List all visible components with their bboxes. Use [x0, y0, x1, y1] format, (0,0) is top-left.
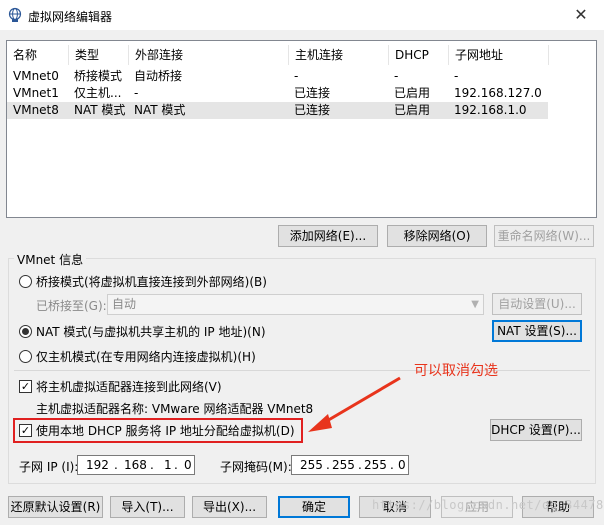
subnet-ip-label: 子网 IP (I):: [19, 460, 79, 474]
subnet-mask-input[interactable]: 255 . 255 . 255 . 0: [291, 455, 409, 475]
bridged-to-label: 已桥接至(G):: [36, 299, 107, 313]
cell-dhcp: 已启用: [394, 86, 431, 100]
import-button[interactable]: 导入(T)...: [110, 496, 185, 518]
cell-dhcp: -: [394, 69, 399, 83]
add-network-button[interactable]: 添加网络(E)...: [278, 225, 378, 247]
cell-dhcp: 已启用: [394, 103, 431, 117]
mask-octet: 255: [364, 458, 387, 472]
host-only-label[interactable]: 仅主机模式(在专用网络内连接虚拟机)(H): [36, 348, 256, 365]
subnet-ip-input[interactable]: 192 . 168 . 1 . 0: [77, 455, 195, 475]
bridged-to-value: 自动: [112, 297, 137, 311]
cell-type: 桥接模式: [74, 69, 123, 83]
mask-octet: 0: [398, 458, 406, 472]
column-header-subnet[interactable]: 子网地址: [449, 45, 549, 65]
close-icon[interactable]: ✕: [566, 4, 596, 26]
bridge-mode-label[interactable]: 桥接模式(将虚拟机直接连接到外部网络)(B): [36, 273, 267, 290]
ip-octet: 168: [124, 458, 147, 472]
rename-network-button[interactable]: 重命名网络(W)...: [494, 225, 594, 247]
window-title: 虚拟网络编辑器: [28, 10, 113, 24]
bridge-mode-radio[interactable]: [19, 275, 32, 288]
auto-settings-button[interactable]: 自动设置(U)...: [492, 293, 582, 315]
remove-network-button[interactable]: 移除网络(O): [387, 225, 487, 247]
connect-adapter-checkbox[interactable]: ✓: [19, 380, 32, 393]
cell-subnet: 192.168.127.0: [454, 86, 542, 100]
globe-network-icon: [7, 7, 23, 23]
cell-type: 仅主机...: [74, 86, 122, 100]
column-header-external[interactable]: 外部连接: [129, 45, 289, 65]
mask-octet: 255: [300, 458, 323, 472]
ip-octet: 192: [86, 458, 109, 472]
host-only-radio[interactable]: [19, 350, 32, 363]
cell-external: NAT 模式: [134, 103, 186, 117]
connect-adapter-label[interactable]: 将主机虚拟适配器连接到此网络(V): [36, 378, 222, 395]
restore-defaults-button[interactable]: 还原默认设置(R): [8, 496, 103, 518]
annotation-arrow: [308, 376, 401, 432]
table-row-selected[interactable]: VMnet8 NAT 模式 NAT 模式 已连接 已启用 192.168.1.0: [7, 102, 548, 119]
cell-external: 自动桥接: [134, 69, 183, 83]
mask-octet: 255: [332, 458, 355, 472]
cell-name: VMnet0: [13, 69, 59, 83]
cell-external: -: [134, 86, 139, 100]
column-header-type[interactable]: 类型: [69, 45, 129, 65]
table-row[interactable]: VMnet0 桥接模式 自动桥接 - - -: [7, 68, 548, 85]
cell-name: VMnet1: [13, 86, 59, 100]
checkmark-icon: ✓: [20, 380, 31, 393]
cell-host: 已连接: [294, 86, 331, 100]
chevron-down-icon: ▼: [471, 299, 479, 310]
subnet-mask-label: 子网掩码(M):: [220, 460, 292, 474]
nat-mode-radio[interactable]: [19, 325, 32, 338]
ip-octet: 0: [184, 458, 192, 472]
dhcp-checkbox[interactable]: ✓: [19, 424, 32, 437]
cell-host: 已连接: [294, 103, 331, 117]
watermark-text: https://blog.csdn.net/qq_34478766: [372, 498, 604, 512]
cell-subnet: -: [454, 69, 459, 83]
cell-host: -: [294, 69, 299, 83]
column-header-dhcp[interactable]: DHCP: [389, 45, 449, 65]
nat-mode-label[interactable]: NAT 模式(与虚拟机共享主机的 IP 地址)(N): [36, 323, 266, 340]
ok-button[interactable]: 确定: [278, 496, 350, 518]
table-row[interactable]: VMnet1 仅主机... - 已连接 已启用 192.168.127.0: [7, 85, 548, 102]
adapter-name-text: 主机虚拟适配器名称: VMware 网络适配器 VMnet8: [36, 402, 314, 416]
ip-octet: 1: [164, 458, 172, 472]
cell-name: VMnet8: [13, 103, 59, 117]
nat-settings-button[interactable]: NAT 设置(S)...: [492, 320, 582, 342]
column-header-host[interactable]: 主机连接: [289, 45, 389, 65]
annotation-text: 可以取消勾选: [414, 363, 498, 379]
cell-subnet: 192.168.1.0: [454, 103, 527, 117]
column-header-name[interactable]: 名称: [7, 45, 69, 65]
checkmark-icon: ✓: [20, 424, 31, 437]
dhcp-settings-button[interactable]: DHCP 设置(P)...: [490, 419, 582, 441]
vmnet-info-title: VMnet 信息: [14, 251, 87, 268]
network-table[interactable]: 名称 类型 外部连接 主机连接 DHCP 子网地址 VMnet0 桥接模式 自动…: [6, 40, 597, 218]
bridged-to-select[interactable]: 自动 ▼: [107, 294, 484, 315]
cell-type: NAT 模式: [74, 103, 126, 117]
export-button[interactable]: 导出(X)...: [192, 496, 267, 518]
dhcp-label[interactable]: 使用本地 DHCP 服务将 IP 地址分配给虚拟机(D): [36, 422, 295, 439]
